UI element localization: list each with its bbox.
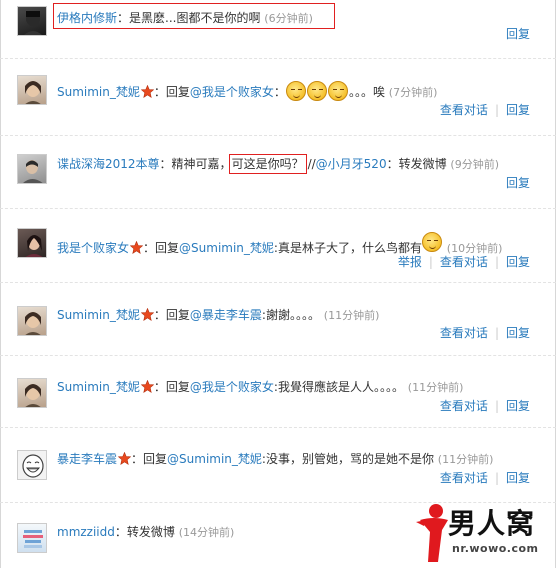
divider [0,282,556,283]
view-conversation-button[interactable]: 查看对话 [440,399,488,413]
boxed-text: 可这是你吗？ [228,154,307,174]
action-bar: 回复 [506,25,530,42]
emoticon-icon [421,232,442,252]
comment-text: ：回复 [131,452,168,466]
avatar[interactable] [17,306,47,336]
user-link[interactable]: mmzziidd [57,525,115,539]
comment-text: ：回复 [153,380,190,394]
timestamp: (11分钟前) [323,309,380,322]
divider [0,355,556,356]
divider [0,135,556,136]
comment-text-mid: // [307,157,316,171]
separator: | [494,471,499,485]
comment-text: ：精神可嘉， [159,157,232,171]
comment-text-suffix: ： [273,85,286,99]
mention-link[interactable]: @Sumimin_梵妮 [167,452,262,466]
action-bar: 回复 [506,174,530,191]
avatar[interactable] [17,6,47,36]
watermark-url: nr.wowo.com [452,542,539,555]
timestamp: (9分钟前) [450,158,500,171]
avatar[interactable] [17,523,47,553]
reply-button[interactable]: 回复 [506,471,530,485]
comment-text: ：回复 [153,308,190,322]
comment-text: ：转发微博 [114,525,175,539]
reply-button[interactable]: 回复 [506,103,530,117]
mention-link[interactable]: @我是个败家女 [190,380,274,394]
report-button[interactable]: 举报 [398,255,422,269]
vip-star-icon [118,452,132,465]
timestamp: (11分钟前) [437,453,494,466]
divider [0,427,556,428]
mention-link[interactable]: @Sumimin_梵妮 [179,241,274,255]
avatar[interactable] [17,228,47,258]
comment-text-suffix: ：转发微博 [386,157,447,171]
timestamp: (11分钟前) [407,381,464,394]
comment-text: ：回复 [143,241,180,255]
comment-text-suffix: :謝謝。。。。 [261,308,320,322]
user-link[interactable]: Sumimin_梵妮 [57,85,140,99]
user-link[interactable]: Sumimin_梵妮 [57,308,140,322]
reply-button[interactable]: 回复 [506,27,530,41]
view-conversation-button[interactable]: 查看对话 [440,103,488,117]
mention-link[interactable]: @暴走李车震 [190,308,262,322]
avatar[interactable] [17,75,47,105]
divider [0,208,556,209]
avatar[interactable] [17,378,47,408]
mention-link[interactable]: @我是个败家女 [190,85,274,99]
reply-button[interactable]: 回复 [506,399,530,413]
mention-link[interactable]: @小月牙520 [316,157,387,171]
view-conversation-button[interactable]: 查看对话 [440,326,488,340]
user-link[interactable]: 暴走李车震 [57,452,117,466]
user-link[interactable]: Sumimin_梵妮 [57,380,140,394]
user-link[interactable]: 谍战深海2012本尊 [57,157,160,171]
vip-star-icon [140,308,154,321]
separator: | [494,326,499,340]
watermark-brand: 男人窝 [448,507,536,540]
emoticon-icon [285,81,306,101]
highlight-box [53,3,335,29]
timestamp: (7分钟前) [388,86,438,99]
action-bar: 查看对话 | 回复 [440,101,530,118]
emoticon-icon [327,81,348,101]
reply-button[interactable]: 回复 [506,176,530,190]
avatar[interactable] [17,154,47,184]
vip-star-icon [130,241,144,254]
view-conversation-button[interactable]: 查看对话 [440,471,488,485]
action-bar: 查看对话 | 回复 [440,324,530,341]
watermark-logo: 男人窝 nr.wowo.com [414,500,554,566]
action-bar: 举报 | 查看对话 | 回复 [398,253,530,270]
comment-text-suffix: :没事，别管她，骂的是她不是你 [261,452,434,466]
comment-text-tail: 。。。唉 [348,85,385,99]
reply-button[interactable]: 回复 [506,326,530,340]
avatar[interactable] [17,450,47,480]
view-conversation-button[interactable]: 查看对话 [440,255,488,269]
user-link[interactable]: 我是个败家女 [57,241,129,255]
action-bar: 查看对话 | 回复 [440,469,530,486]
comment-text-suffix: :我覺得應該是人人。。。。 [273,380,404,394]
timestamp: (14分钟前) [178,526,235,539]
separator: | [494,103,499,117]
reply-button[interactable]: 回复 [506,255,530,269]
separator: | [494,399,499,413]
vip-star-icon [140,380,154,393]
emoticon-icon [306,81,327,101]
comment-text: ：回复 [153,85,190,99]
separator: | [494,255,499,269]
vip-star-icon [140,85,154,98]
divider [0,58,556,59]
separator: | [428,255,433,269]
action-bar: 查看对话 | 回复 [440,397,530,414]
